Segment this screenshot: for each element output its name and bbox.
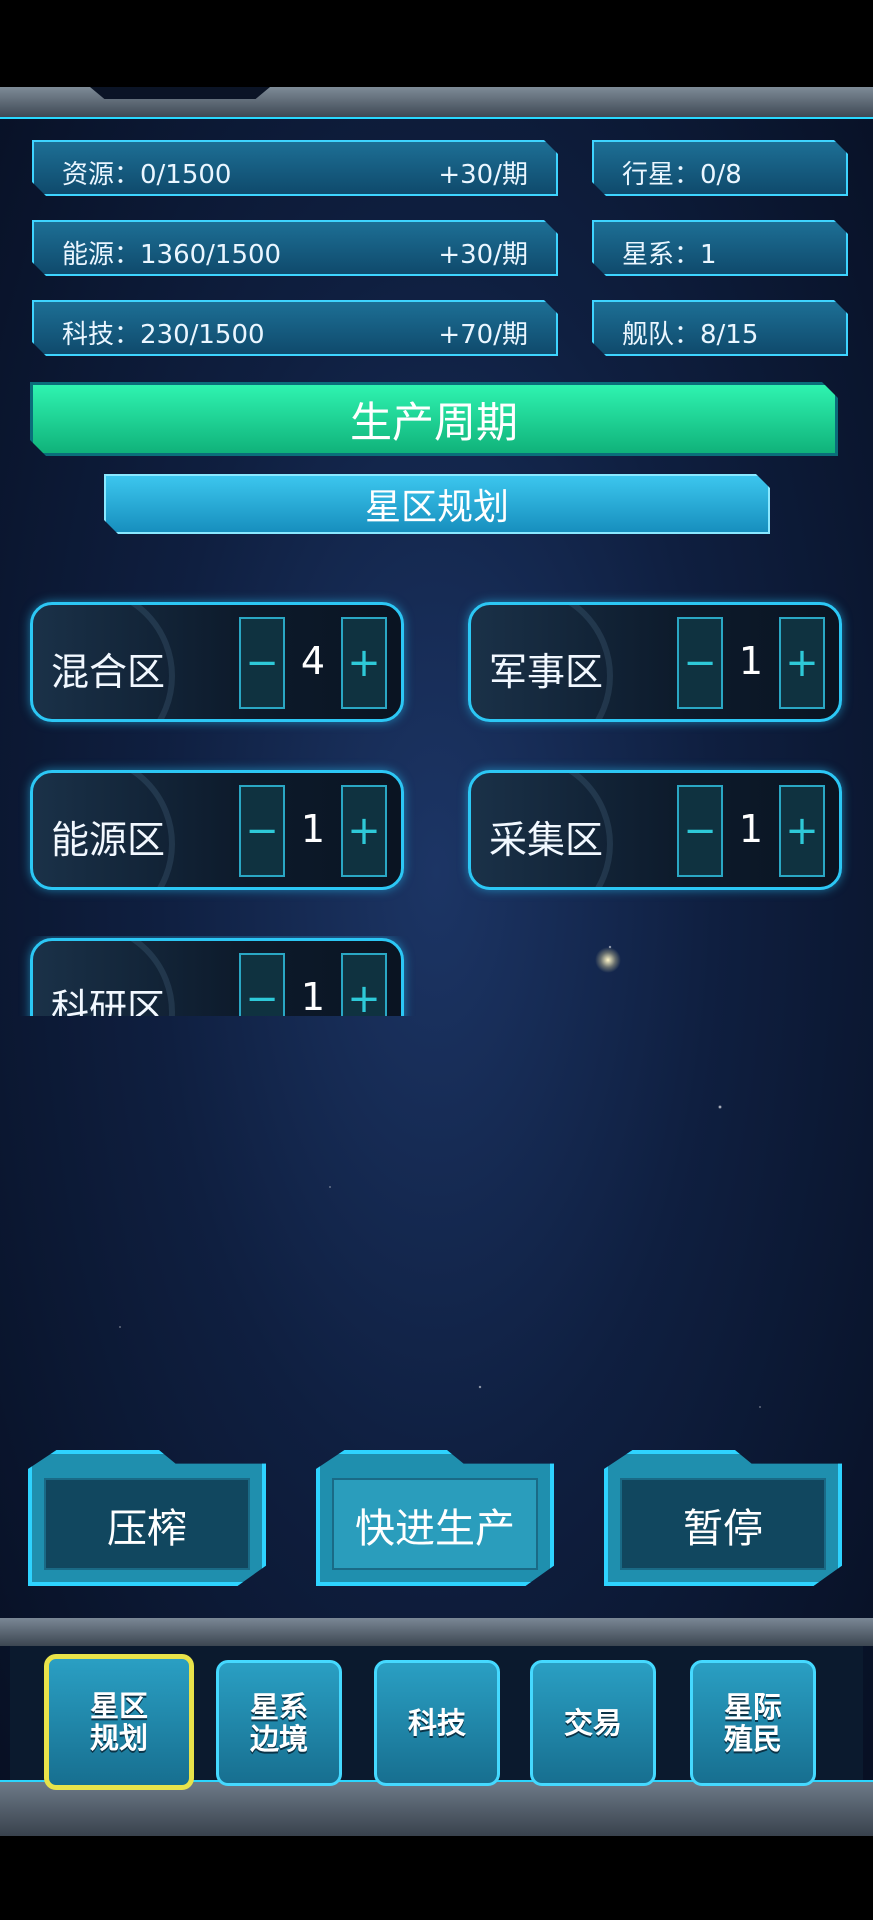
increment-button[interactable]: + xyxy=(341,785,387,877)
stat-energy: 能源：1360/1500 +30/期 xyxy=(32,220,558,276)
bottom-navigation: 星区 规划 星系 边境 科技 交易 星际 殖民 xyxy=(0,1618,873,1838)
tab-sector-planning[interactable]: 星区 规划 xyxy=(44,1654,194,1790)
fast-forward-button[interactable]: 快进生产 xyxy=(316,1450,554,1586)
zone-card-energy: 能源区 − 1 + xyxy=(30,770,404,890)
tab-technology[interactable]: 科技 xyxy=(374,1660,500,1786)
increment-button[interactable]: + xyxy=(341,617,387,709)
zone-name: 采集区 xyxy=(489,818,604,862)
stat-label: 行星：0/8 xyxy=(622,160,742,190)
stat-rate: +30/期 xyxy=(438,240,528,270)
zone-name: 军事区 xyxy=(489,650,604,694)
zone-count: 4 xyxy=(300,639,326,683)
zone-name: 科研区 xyxy=(51,986,166,1016)
sector-planning-label: 星区规划 xyxy=(364,487,509,528)
zone-card-gathering: 采集区 − 1 + xyxy=(468,770,842,890)
zone-name: 能源区 xyxy=(51,818,166,862)
increment-button[interactable]: + xyxy=(341,953,387,1016)
zone-count: 1 xyxy=(300,975,326,1016)
zone-count: 1 xyxy=(738,807,764,851)
squeeze-label: 压榨 xyxy=(107,1506,187,1552)
zone-name: 混合区 xyxy=(51,650,166,694)
increment-button[interactable]: + xyxy=(779,785,825,877)
decrement-button[interactable]: − xyxy=(677,785,723,877)
tab-trade[interactable]: 交易 xyxy=(530,1660,656,1786)
stat-label: 星系：1 xyxy=(622,240,717,270)
zone-card-military: 军事区 − 1 + xyxy=(468,602,842,722)
zone-count: 1 xyxy=(300,807,326,851)
stat-label: 资源：0/1500 xyxy=(62,160,232,190)
squeeze-button[interactable]: 压榨 xyxy=(28,1450,266,1586)
stat-fleet: 舰队：8/15 xyxy=(592,300,848,356)
top-frame xyxy=(0,87,873,119)
production-cycle-label: 生产周期 xyxy=(349,397,518,447)
stat-label: 能源：1360/1500 xyxy=(62,240,282,270)
stat-galaxies: 星系：1 xyxy=(592,220,848,276)
stat-label: 舰队：8/15 xyxy=(622,320,759,350)
zone-card-mixed: 混合区 − 4 + xyxy=(30,602,404,722)
zone-list-clip: 科研区 − 1 + xyxy=(0,936,873,1016)
stat-label: 科技：230/1500 xyxy=(62,320,265,350)
decrement-button[interactable]: − xyxy=(677,617,723,709)
stat-planets: 行星：0/8 xyxy=(592,140,848,196)
stat-rate: +70/期 xyxy=(438,320,528,350)
sector-planning-header[interactable]: 星区规划 xyxy=(104,474,770,534)
production-cycle-button[interactable]: 生产周期 xyxy=(30,382,838,456)
increment-button[interactable]: + xyxy=(779,617,825,709)
tab-colonization[interactable]: 星际 殖民 xyxy=(690,1660,816,1786)
pause-label: 暂停 xyxy=(683,1506,763,1552)
fast-forward-label: 快进生产 xyxy=(355,1506,515,1552)
stat-tech: 科技：230/1500 +70/期 xyxy=(32,300,558,356)
zone-card-research: 科研区 − 1 + xyxy=(30,938,404,1016)
pause-button[interactable]: 暂停 xyxy=(604,1450,842,1586)
tab-galaxy-border[interactable]: 星系 边境 xyxy=(216,1660,342,1786)
nav-rail xyxy=(0,1618,873,1646)
decrement-button[interactable]: − xyxy=(239,953,285,1016)
stat-rate: +30/期 xyxy=(438,160,528,190)
stat-resources: 资源：0/1500 +30/期 xyxy=(32,140,558,196)
decrement-button[interactable]: − xyxy=(239,617,285,709)
decrement-button[interactable]: − xyxy=(239,785,285,877)
zone-count: 1 xyxy=(738,639,764,683)
